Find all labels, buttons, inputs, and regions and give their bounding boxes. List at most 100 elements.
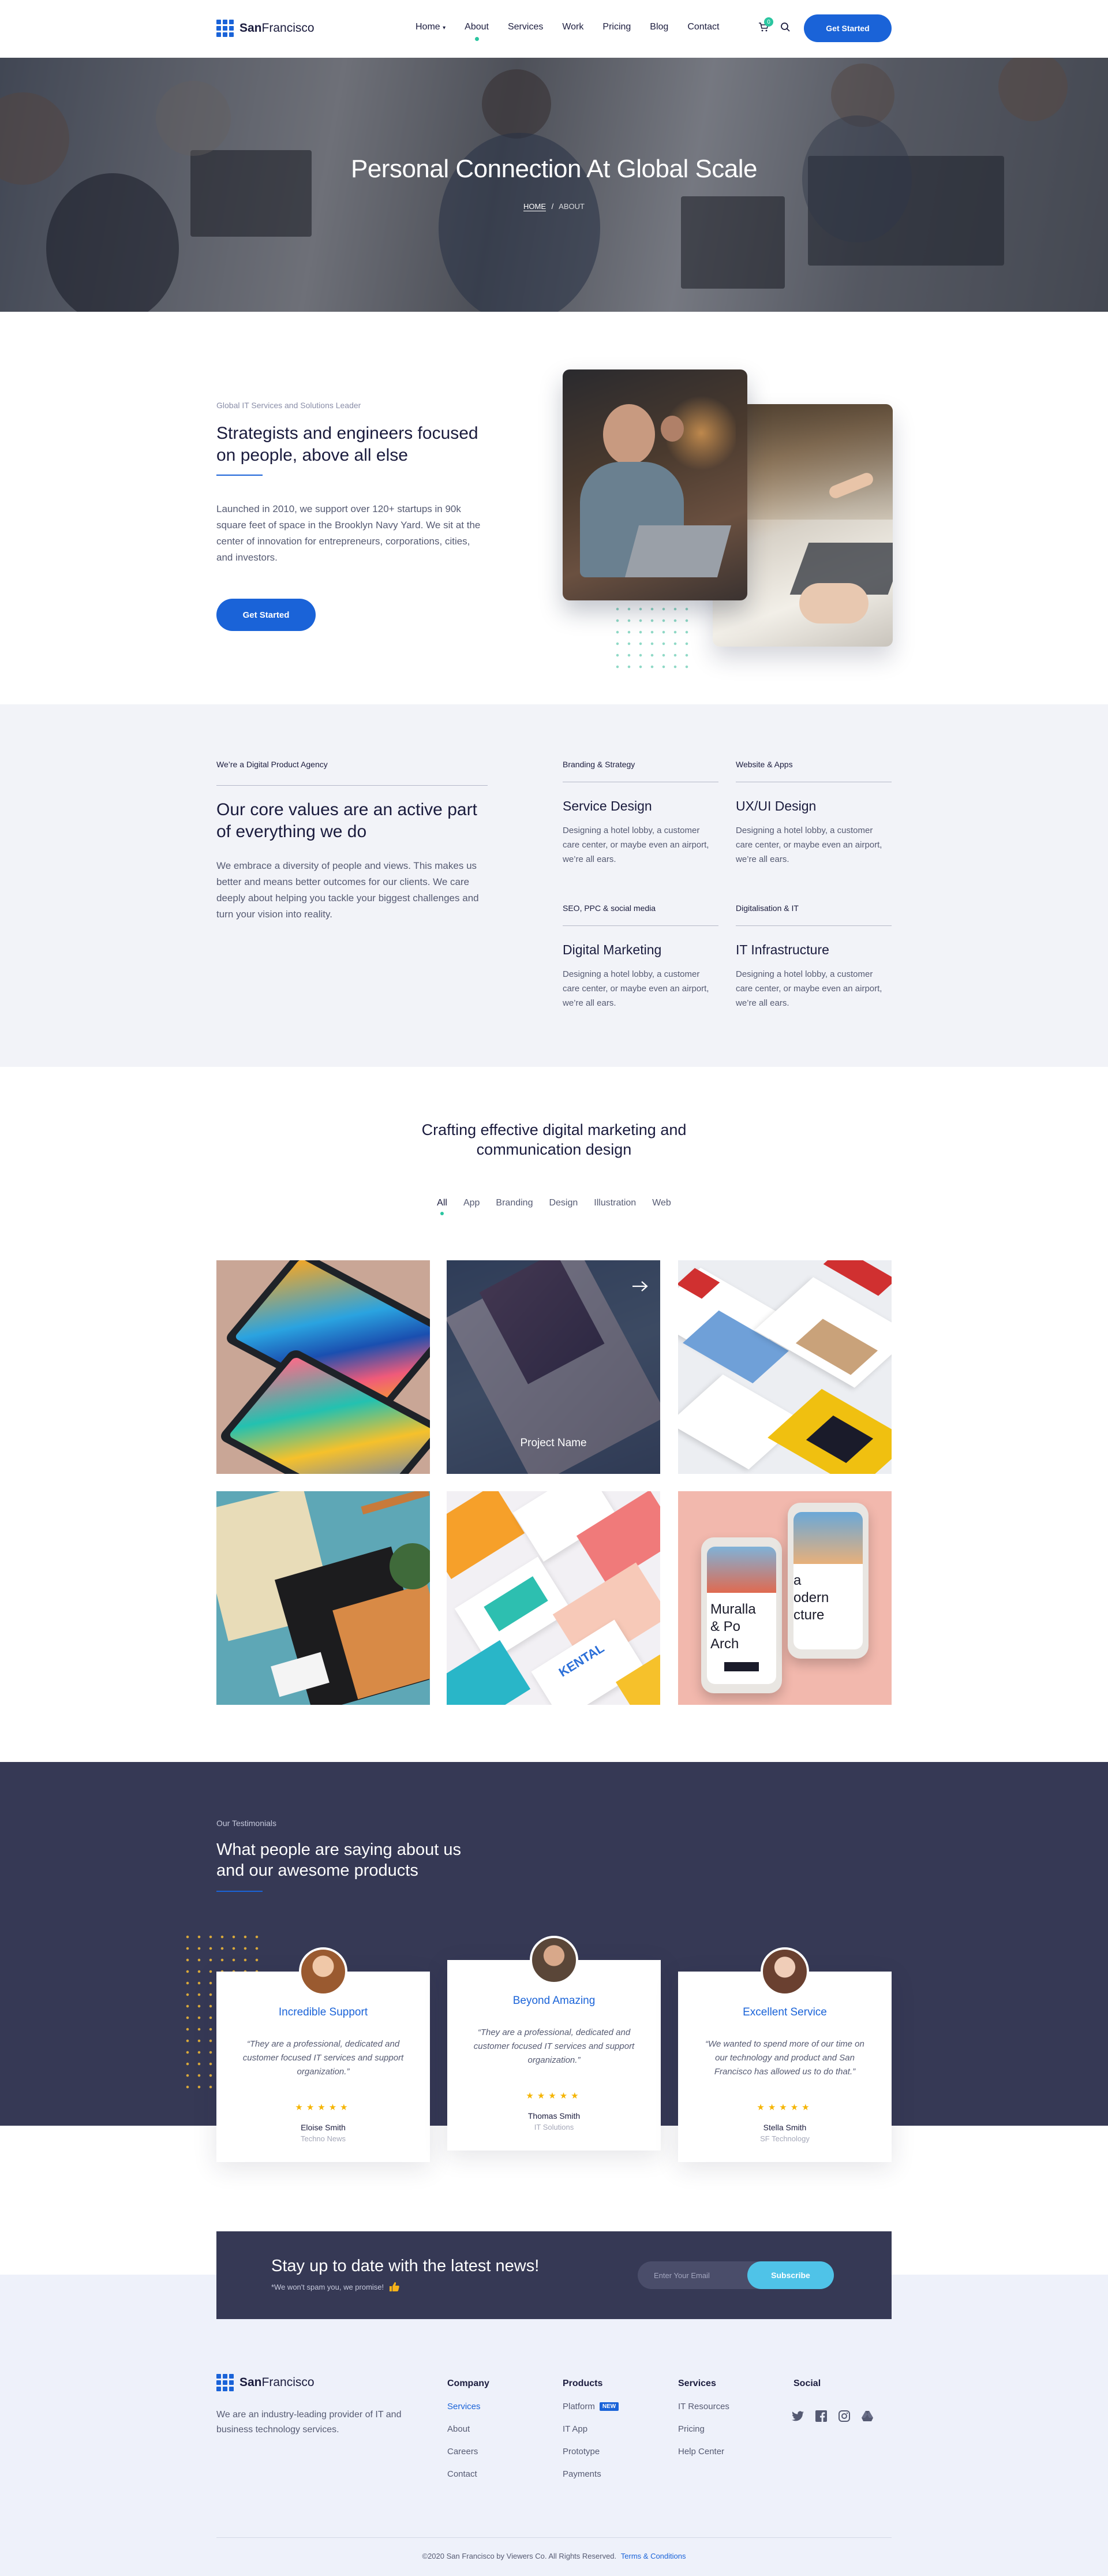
hero-banner: Personal Connection At Global Scale HOME… xyxy=(0,58,1108,312)
service-category: Branding & Strategy xyxy=(563,760,635,769)
developer-image xyxy=(563,369,747,600)
arrow-right-icon[interactable] xyxy=(631,1280,649,1296)
service-category: Digitalisation & IT xyxy=(736,904,799,913)
footer-link[interactable]: Pricing xyxy=(678,2424,729,2434)
copyright-line: ©2020 San Francisco by Viewers Co. All R… xyxy=(0,2552,1108,2560)
chevron-down-icon: ▾ xyxy=(443,25,446,31)
nav-home[interactable]: Home ▾ xyxy=(415,22,446,32)
service-card[interactable]: Digitalisation & IT IT Infrastructure De… xyxy=(736,904,892,1010)
service-card[interactable]: Website & Apps UX/UI Design Designing a … xyxy=(736,760,892,867)
service-category: Website & Apps xyxy=(736,760,793,769)
hero-title: Personal Connection At Global Scale xyxy=(350,155,758,183)
twitter-icon[interactable] xyxy=(791,2409,806,2424)
instagram-icon[interactable] xyxy=(837,2409,852,2424)
testimonial-name: Thomas Smith xyxy=(527,2111,581,2120)
testimonial-company: SF Technology xyxy=(760,2134,810,2143)
logo[interactable]: SanFrancisco xyxy=(216,20,315,37)
portfolio-item[interactable] xyxy=(216,1260,430,1474)
social-links xyxy=(791,2409,875,2424)
footer-link[interactable]: Payments xyxy=(563,2469,619,2479)
site-header: SanFrancisco Home ▾ About Services Work … xyxy=(0,0,1108,58)
testimonial-company: IT Solutions xyxy=(534,2123,574,2131)
phone-text-f: cture xyxy=(793,1607,825,1623)
terms-link[interactable]: Terms & Conditions xyxy=(621,2552,686,2560)
service-card[interactable]: SEO, PPC & social media Digital Marketin… xyxy=(563,904,718,1010)
header-get-started-button[interactable]: Get Started xyxy=(804,14,892,42)
logo-grid-icon xyxy=(216,2374,234,2391)
portfolio-item[interactable] xyxy=(678,1260,892,1474)
footer-link[interactable]: Contact xyxy=(447,2469,489,2479)
testimonial-title: Beyond Amazing xyxy=(512,1995,596,2007)
core-values-section xyxy=(0,704,1108,1067)
footer-divider xyxy=(216,2537,892,2538)
newsletter-box: Stay up to date with the latest news! *W… xyxy=(216,2231,892,2319)
footer-link[interactable]: Careers xyxy=(447,2447,489,2456)
subscribe-button[interactable]: Subscribe xyxy=(747,2261,834,2289)
footer-heading: Social xyxy=(793,2379,821,2388)
footer-link[interactable]: About xyxy=(447,2424,489,2434)
testimonial-quote: “They are a professional, dedicated and … xyxy=(242,2039,404,2077)
portfolio-item[interactable]: Muralla & Po Arch a odern cture xyxy=(678,1491,892,1705)
filter-branding[interactable]: Branding xyxy=(496,1198,533,1208)
intro-underline xyxy=(216,475,263,476)
footer-link[interactable]: Platform NEW xyxy=(563,2402,619,2411)
values-title: Our core values are an active part of ev… xyxy=(216,800,477,841)
cart-button[interactable]: 0 xyxy=(758,17,773,35)
intro-kicker: Global IT Services and Solutions Leader xyxy=(216,401,361,410)
footer-about: We are an industry-leading provider of I… xyxy=(216,2410,402,2435)
copyright-text: ©2020 San Francisco by Viewers Co. All R… xyxy=(422,2552,617,2560)
footer-heading: Products xyxy=(563,2379,603,2388)
filter-illustration[interactable]: Illustration xyxy=(594,1198,636,1208)
nav-services[interactable]: Services xyxy=(508,22,543,32)
nav-pricing[interactable]: Pricing xyxy=(602,22,631,32)
footer-col-services: Services IT Resources Pricing Help Cente… xyxy=(678,2379,729,2456)
testimonial-card: Incredible Support “They are a professio… xyxy=(216,1947,430,2162)
portfolio-filters: All App Branding Design Illustration Web xyxy=(0,1198,1108,1215)
service-card[interactable]: Branding & Strategy Service Design Desig… xyxy=(563,760,718,867)
testimonial-quote: “We wanted to spend more of our time on … xyxy=(705,2039,864,2077)
footer-link[interactable]: Prototype xyxy=(563,2447,619,2456)
filter-all[interactable]: All xyxy=(437,1198,447,1215)
testimonials-title: What people are saying about us and our … xyxy=(216,1840,461,1880)
nav-about[interactable]: About xyxy=(465,22,489,41)
footer-link[interactable]: Help Center xyxy=(678,2447,729,2456)
search-icon xyxy=(781,23,790,32)
phone-text-a: Muralla xyxy=(710,1601,756,1617)
intro-get-started-button[interactable]: Get Started xyxy=(216,599,316,631)
portfolio-item[interactable]: KENTAL xyxy=(447,1491,660,1705)
footer-logo[interactable]: SanFrancisco xyxy=(216,2374,315,2391)
service-title: UX/UI Design xyxy=(736,798,817,813)
filter-app[interactable]: App xyxy=(463,1198,480,1208)
search-button[interactable] xyxy=(780,22,791,35)
testimonial-company: Techno News xyxy=(300,2134,346,2143)
footer-background xyxy=(0,2275,1108,2576)
nav-blog[interactable]: Blog xyxy=(650,22,668,32)
footer-link[interactable]: Services xyxy=(447,2402,489,2411)
footer-heading: Services xyxy=(678,2379,716,2388)
main-nav: Home ▾ About Services Work Pricing Blog … xyxy=(415,22,738,41)
logo-text-bold: San xyxy=(239,21,262,35)
nav-work[interactable]: Work xyxy=(562,22,583,32)
service-desc: Designing a hotel lobby, a customer care… xyxy=(563,826,709,864)
filter-web[interactable]: Web xyxy=(652,1198,671,1208)
filter-design[interactable]: Design xyxy=(549,1198,578,1208)
nav-contact[interactable]: Contact xyxy=(687,22,719,32)
footer-col-company: Company Services About Careers Contact xyxy=(447,2379,489,2479)
footer-col-social: Social xyxy=(793,2379,821,2389)
testimonial-card: Excellent Service “We wanted to spend mo… xyxy=(678,1947,892,2162)
footer-link[interactable]: IT App xyxy=(563,2424,619,2434)
service-category: SEO, PPC & social media xyxy=(563,904,656,913)
google-drive-icon[interactable] xyxy=(860,2409,875,2424)
rating-stars: ★★★★★ xyxy=(295,2103,351,2112)
service-desc: Designing a hotel lobby, a customer care… xyxy=(736,826,882,864)
rating-stars: ★★★★★ xyxy=(526,2091,582,2101)
portfolio-item-featured[interactable]: Project Name xyxy=(447,1260,660,1474)
testimonial-title: Excellent Service xyxy=(743,2006,827,2018)
footer-link[interactable]: IT Resources xyxy=(678,2402,729,2411)
facebook-icon[interactable] xyxy=(814,2409,829,2424)
newsletter-note: *We won't spam you, we promise! xyxy=(271,2282,384,2291)
portfolio-item[interactable] xyxy=(216,1491,430,1705)
breadcrumb-home[interactable]: HOME xyxy=(523,202,546,211)
email-input[interactable] xyxy=(638,2261,747,2289)
new-badge: NEW xyxy=(599,2402,619,2411)
